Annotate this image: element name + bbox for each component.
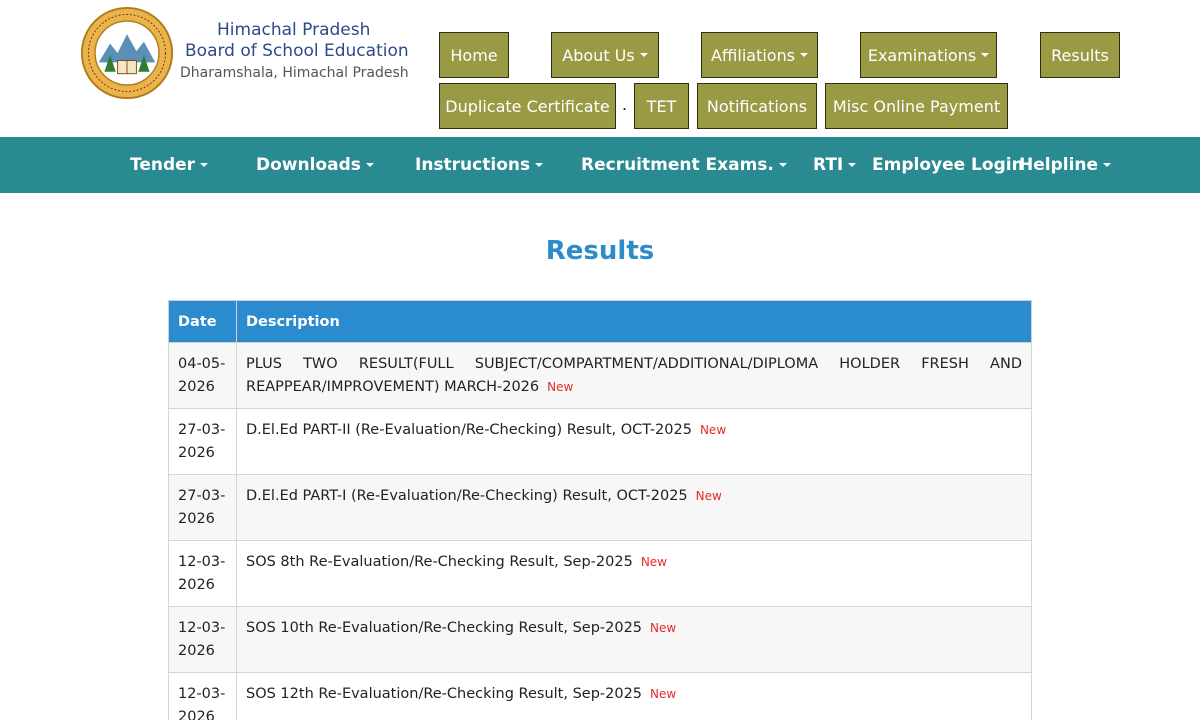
menu-examinations-label: Examinations: [867, 45, 977, 65]
nav-rti[interactable]: RTI: [813, 137, 857, 193]
table-row: 04-05- 2026 PLUS TWO RESULT(FULL SUBJECT…: [168, 342, 1032, 409]
menu-about-label: About Us: [562, 45, 635, 65]
column-header-description: Description: [236, 300, 1032, 343]
table-row: 12-03- 2026 SOS 8th Re-Evaluation/Re-Che…: [168, 540, 1032, 607]
row-date-part2: 2026: [178, 642, 215, 659]
caret-down-icon: [778, 163, 787, 167]
nav-helpline-label: Helpline: [1019, 155, 1099, 175]
nav-employee-login-label: Employee Login: [872, 155, 1024, 175]
row-date-part2: 2026: [178, 708, 215, 720]
caret-down-icon: [981, 53, 990, 57]
new-badge: New: [650, 621, 677, 635]
nav-downloads[interactable]: Downloads: [256, 137, 374, 193]
menu-tet-label: TET: [646, 96, 677, 116]
menu-examinations-button[interactable]: Examinations: [860, 32, 997, 78]
caret-down-icon: [365, 163, 374, 167]
menu-results-button[interactable]: Results: [1040, 32, 1120, 78]
menu-affiliations-label: Affiliations: [710, 45, 796, 65]
row-description: D.El.Ed PART-II (Re-Evaluation/Re-Checki…: [236, 408, 1032, 475]
caret-down-icon: [200, 163, 209, 167]
page-title: Results: [545, 236, 655, 266]
row-description: SOS 10th Re-Evaluation/Re-Checking Resul…: [236, 606, 1032, 673]
menu-duplicate-certificate-button[interactable]: Duplicate Certificate: [439, 83, 616, 129]
table-row: 27-03- 2026 D.El.Ed PART-I (Re-Evaluatio…: [168, 474, 1032, 541]
row-date-part1: 12-03-: [178, 554, 226, 570]
row-date-part1: 04-05-: [178, 356, 226, 372]
menu-tet-button[interactable]: TET: [634, 83, 689, 129]
result-link[interactable]: PLUS TWO RESULT(FULL SUBJECT/COMPARTMENT…: [246, 356, 1022, 395]
row-date: 12-03- 2026: [168, 672, 237, 720]
result-link[interactable]: SOS 8th Re-Evaluation/Re-Checking Result…: [246, 554, 633, 570]
menu-misc-payment-button[interactable]: Misc Online Payment: [825, 83, 1008, 129]
result-link[interactable]: D.El.Ed PART-I (Re-Evaluation/Re-Checkin…: [246, 488, 688, 504]
nav-downloads-label: Downloads: [256, 155, 361, 175]
nav-rti-label: RTI: [813, 155, 844, 175]
new-badge: New: [640, 555, 667, 569]
nav-instructions-label: Instructions: [415, 155, 531, 175]
board-logo-icon[interactable]: [80, 6, 174, 100]
nav-tender-label: Tender: [130, 155, 196, 175]
new-badge: New: [699, 423, 727, 437]
nav-tender[interactable]: Tender: [130, 137, 209, 193]
menu-notifications-label: Notifications: [706, 96, 808, 116]
new-badge: New: [547, 379, 574, 394]
row-date: 12-03- 2026: [168, 606, 237, 673]
row-date-part1: 27-03-: [178, 422, 226, 438]
menu-home-button[interactable]: Home: [439, 32, 509, 78]
caret-down-icon: [848, 163, 857, 167]
result-link[interactable]: SOS 10th Re-Evaluation/Re-Checking Resul…: [246, 620, 642, 636]
menu-results-label: Results: [1051, 45, 1109, 65]
row-date: 27-03- 2026: [168, 474, 237, 541]
org-name-line2: Board of School Education: [185, 41, 409, 61]
menu-affiliations-button[interactable]: Affiliations: [701, 32, 818, 78]
menu-about-button[interactable]: About Us: [551, 32, 659, 78]
nav-recruitment-label: Recruitment Exams.: [581, 155, 774, 175]
row-date-part1: 12-03-: [178, 686, 226, 702]
new-badge: New: [650, 687, 677, 701]
row-date-part2: 2026: [178, 378, 215, 395]
row-description: SOS 12th Re-Evaluation/Re-Checking Resul…: [236, 672, 1032, 720]
result-link[interactable]: SOS 12th Re-Evaluation/Re-Checking Resul…: [246, 686, 642, 702]
row-date-part2: 2026: [178, 510, 215, 527]
result-link[interactable]: D.El.Ed PART-II (Re-Evaluation/Re-Checki…: [246, 422, 692, 438]
nav-helpline[interactable]: Helpline: [1019, 137, 1112, 193]
menu-misc-payment-label: Misc Online Payment: [832, 96, 1001, 116]
brand-block: Himachal Pradesh Board of School Educati…: [180, 20, 409, 84]
site-header: Himachal Pradesh Board of School Educati…: [0, 0, 1200, 137]
row-date-part1: 12-03-: [178, 620, 226, 636]
table-row: 12-03- 2026 SOS 10th Re-Evaluation/Re-Ch…: [168, 606, 1032, 673]
column-header-date: Date: [168, 300, 237, 343]
row-description: SOS 8th Re-Evaluation/Re-Checking Result…: [236, 540, 1032, 607]
row-date-part2: 2026: [178, 444, 215, 461]
caret-down-icon: [800, 53, 809, 57]
nav-employee-login[interactable]: Employee Login: [872, 137, 1024, 193]
row-date: 12-03- 2026: [168, 540, 237, 607]
row-date-part2: 2026: [178, 576, 215, 593]
table-row: 12-03- 2026 SOS 12th Re-Evaluation/Re-Ch…: [168, 672, 1032, 720]
nav-recruitment-exams[interactable]: Recruitment Exams.: [581, 137, 787, 193]
org-name-line1: Himachal Pradesh: [217, 20, 371, 40]
row-date: 27-03- 2026: [168, 408, 237, 475]
caret-down-icon: [1103, 163, 1112, 167]
menu-duplicate-certificate-label: Duplicate Certificate: [445, 96, 610, 116]
row-date: 04-05- 2026: [168, 342, 237, 409]
org-location: Dharamshala, Himachal Pradesh: [180, 65, 409, 81]
row-description: PLUS TWO RESULT(FULL SUBJECT/COMPARTMENT…: [236, 342, 1032, 409]
nav-instructions[interactable]: Instructions: [415, 137, 544, 193]
menu-separator: .: [622, 94, 628, 114]
results-table: Date Description 04-05- 2026 PLUS TWO RE…: [168, 300, 1032, 720]
caret-down-icon: [535, 163, 544, 167]
row-date-part1: 27-03-: [178, 488, 226, 504]
menu-notifications-button[interactable]: Notifications: [697, 83, 817, 129]
caret-down-icon: [639, 53, 648, 57]
menu-home-label: Home: [450, 45, 498, 65]
row-description: D.El.Ed PART-I (Re-Evaluation/Re-Checkin…: [236, 474, 1032, 541]
table-header-row: Date Description: [168, 300, 1032, 343]
main-nav: Tender Downloads Instructions Recruitmen…: [0, 137, 1200, 193]
new-badge: New: [695, 489, 722, 503]
table-row: 27-03- 2026 D.El.Ed PART-II (Re-Evaluati…: [168, 408, 1032, 475]
